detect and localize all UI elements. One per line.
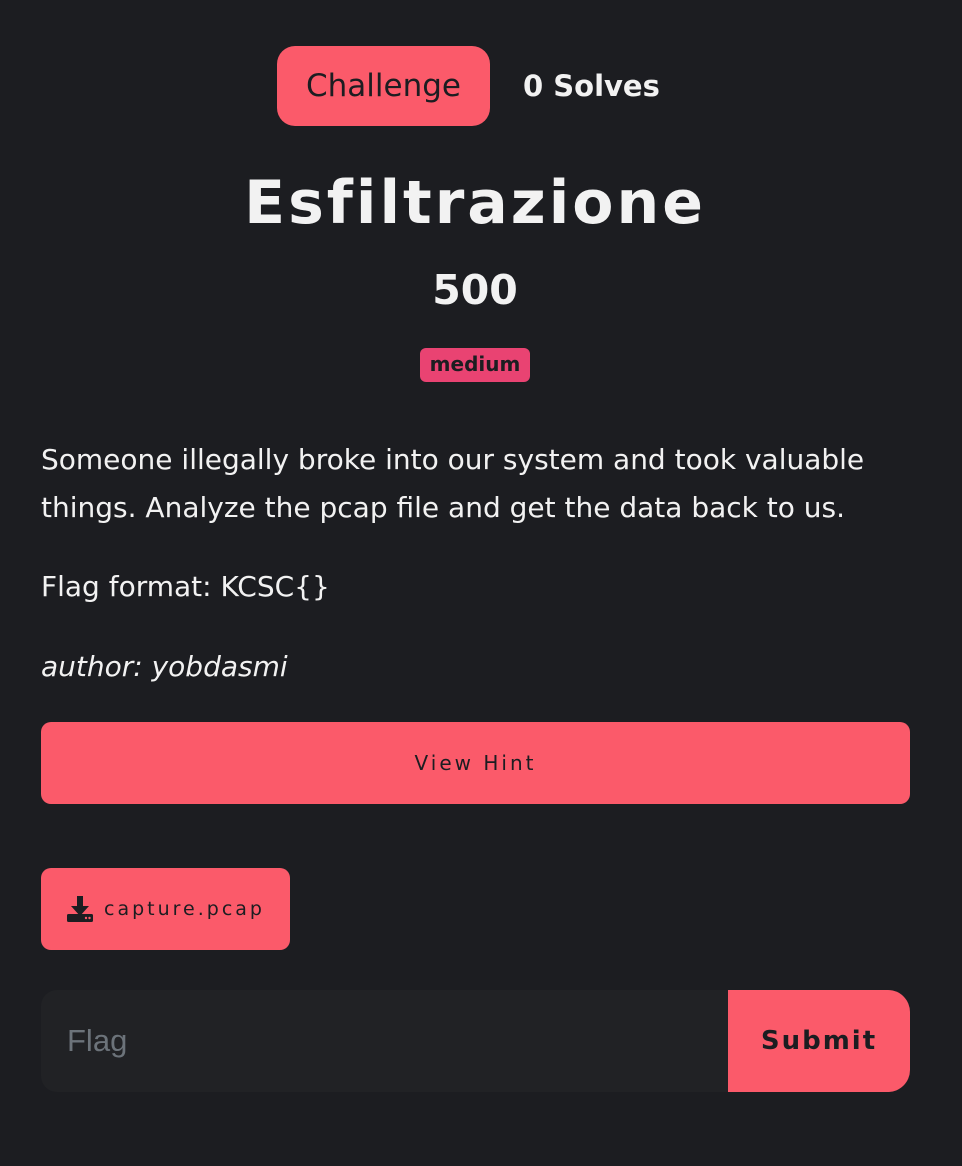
difficulty-badge: medium <box>419 348 531 382</box>
tab-solves[interactable]: 0 Solves <box>523 69 660 103</box>
author-text: author: yobdasmi <box>41 650 288 683</box>
view-hint-button[interactable]: View Hint <box>41 722 910 804</box>
download-file-button[interactable]: capture.pcap <box>41 868 290 950</box>
flag-format-text: Flag format: KCSC{} <box>41 570 330 603</box>
view-hint-label: View Hint <box>414 751 537 775</box>
download-icon <box>66 895 94 923</box>
file-name-label: capture.pcap <box>104 898 265 920</box>
submit-button[interactable]: Submit <box>728 990 910 1092</box>
description-text: Someone illegally broke into our system … <box>41 443 865 524</box>
challenge-points: 500 <box>432 266 518 314</box>
flag-input[interactable] <box>41 990 728 1092</box>
flag-submit-form: Submit <box>41 990 910 1092</box>
challenge-tabs: Challenge 0 Solves <box>277 46 660 126</box>
challenge-description: Someone illegally broke into our system … <box>41 436 921 532</box>
tab-challenge[interactable]: Challenge <box>277 46 490 126</box>
challenge-title: Esfiltrazione <box>244 168 706 238</box>
difficulty-badge-wrapper: medium <box>0 348 950 382</box>
